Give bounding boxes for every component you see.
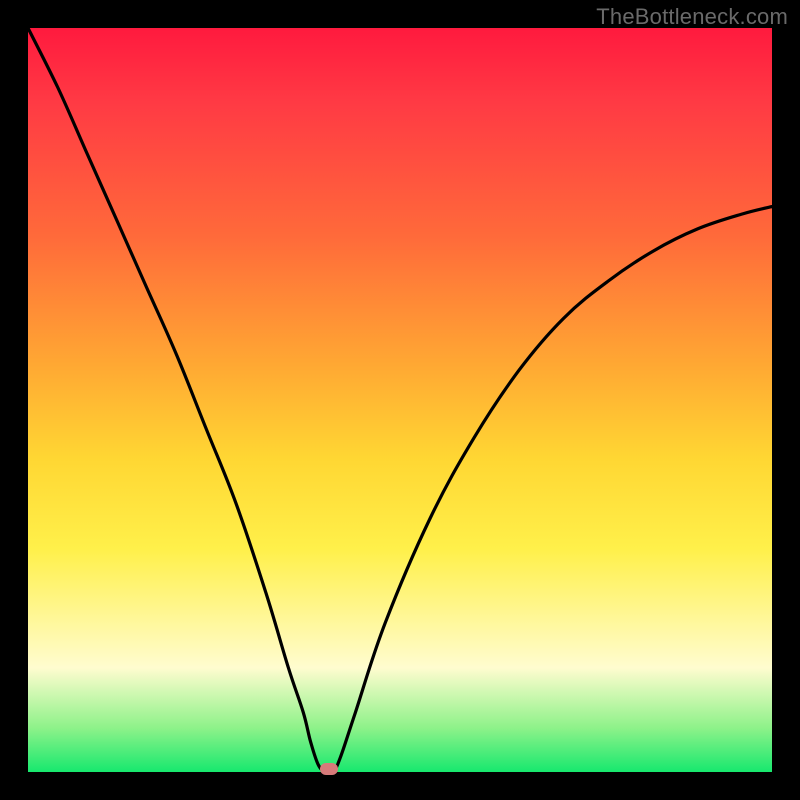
watermark-text: TheBottleneck.com [596,4,788,30]
bottleneck-curve [28,28,772,772]
chart-frame: TheBottleneck.com [0,0,800,800]
optimal-point-marker [320,763,338,775]
plot-area [28,28,772,772]
